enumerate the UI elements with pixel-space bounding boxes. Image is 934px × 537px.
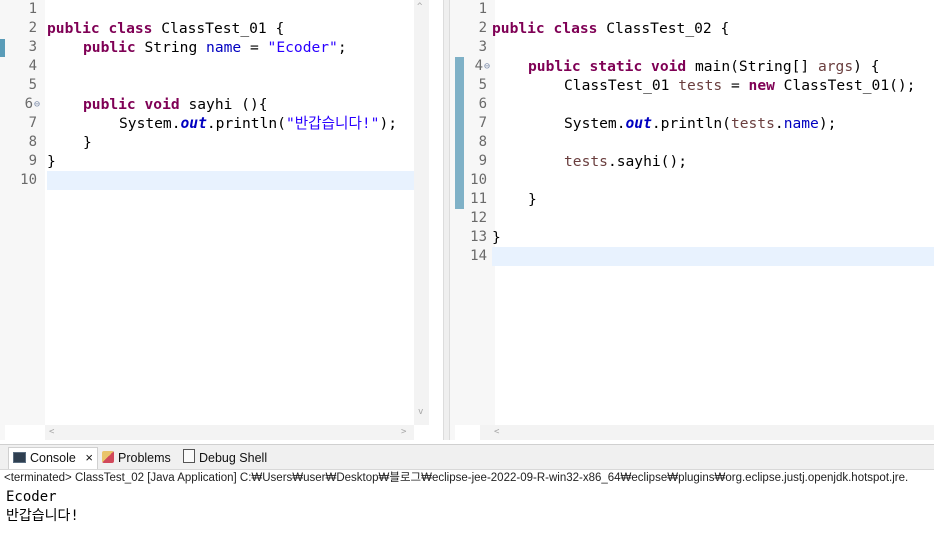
line-number: 13 (470, 229, 487, 245)
current-line-highlight (492, 247, 934, 266)
code-line: public class ClassTest_01 { (47, 20, 285, 37)
tab-console[interactable]: Console × (8, 447, 98, 469)
line-number: 10 (20, 172, 37, 188)
editor-split-sash[interactable] (443, 0, 450, 440)
console-view: Console × Problems Debug Shell <terminat… (0, 444, 934, 537)
fold-collapse-icon[interactable]: ⊖ (484, 57, 490, 76)
line-number: 7 (28, 115, 37, 131)
line-number: 5 (478, 77, 487, 93)
problems-icon (102, 451, 114, 463)
line-number: 10 (470, 172, 487, 188)
code-line: System.out.println(tests.name); (564, 115, 837, 132)
line-number: 3 (28, 39, 37, 55)
line-number: 8 (28, 134, 37, 150)
line-number: 1 (478, 1, 487, 17)
line-number: 4 (28, 58, 37, 74)
code-line: ClassTest_01 tests = new ClassTest_01(); (564, 77, 916, 94)
line-number: 2 (478, 20, 487, 36)
right-horizontal-scrollbar[interactable]: < (480, 425, 934, 440)
code-line: } (47, 153, 56, 170)
right-code-area[interactable]: public class ClassTest_02 { public stati… (492, 0, 934, 425)
line-number: 9 (28, 153, 37, 169)
scroll-up-icon[interactable]: ^ (417, 0, 422, 15)
tab-label: Console (30, 451, 76, 465)
left-vertical-scrollbar[interactable]: ^ v (414, 0, 429, 425)
left-code-area[interactable]: public class ClassTest_01 { public Strin… (47, 0, 414, 425)
code-line: } (492, 229, 501, 246)
code-line: public class ClassTest_02 { (492, 20, 730, 37)
debug-shell-icon (183, 449, 195, 463)
code-line: tests.sayhi(); (564, 153, 688, 170)
code-line: System.out.println("반갑습니다!"); (119, 115, 398, 132)
editor-classtest01[interactable]: 1 2 3 4 5 6 ⊖ 7 8 9 10 public class Clas… (0, 0, 430, 440)
console-output-line: 반갑습니다! (6, 508, 79, 524)
line-number: 14 (470, 248, 487, 264)
console-tab-bar: Console × Problems Debug Shell (0, 445, 934, 470)
tab-label: Problems (118, 451, 171, 465)
scroll-right-icon[interactable]: > (401, 425, 406, 440)
code-line: } (528, 191, 537, 208)
scroll-left-icon[interactable]: < (494, 425, 499, 440)
left-horizontal-scrollbar[interactable]: < > (45, 425, 414, 440)
console-icon (13, 452, 26, 463)
scroll-left-icon[interactable]: < (49, 425, 54, 440)
close-icon[interactable]: × (85, 450, 93, 465)
right-line-gutter: 1 2 3 4 ⊖ 5 6 7 8 9 10 11 12 13 14 (455, 0, 495, 425)
code-line: public static void main(String[] args) { (528, 58, 880, 75)
line-number: 2 (28, 20, 37, 36)
tab-label: Debug Shell (199, 451, 268, 465)
line-number: 6 (24, 96, 33, 112)
line-number: 7 (478, 115, 487, 131)
editor-classtest02[interactable]: 1 2 3 4 ⊖ 5 6 7 8 9 10 11 12 13 14 publi… (450, 0, 934, 440)
code-line: public void sayhi (){ (83, 96, 268, 113)
line-number: 1 (28, 1, 37, 17)
fold-collapse-icon[interactable]: ⊖ (34, 95, 40, 114)
line-number: 6 (478, 96, 487, 112)
line-number: 5 (28, 77, 37, 93)
console-output-line: Ecoder (6, 489, 57, 505)
left-line-gutter: 1 2 3 4 5 6 ⊖ 7 8 9 10 (5, 0, 45, 425)
code-line: public String name = "Ecoder"; (83, 39, 347, 56)
current-line-highlight (47, 171, 414, 190)
tab-problems[interactable]: Problems (102, 448, 171, 468)
line-number: 3 (478, 39, 487, 55)
line-number: 9 (478, 153, 487, 169)
line-number: 12 (470, 210, 487, 226)
scroll-down-icon[interactable]: v (418, 405, 423, 420)
line-number: 4 (474, 58, 483, 74)
process-status: <terminated> ClassTest_02 [Java Applicat… (4, 472, 909, 484)
code-line: } (83, 134, 92, 151)
tab-debug-shell[interactable]: Debug Shell (183, 448, 267, 468)
line-number: 8 (478, 134, 487, 150)
line-number: 11 (470, 191, 487, 207)
